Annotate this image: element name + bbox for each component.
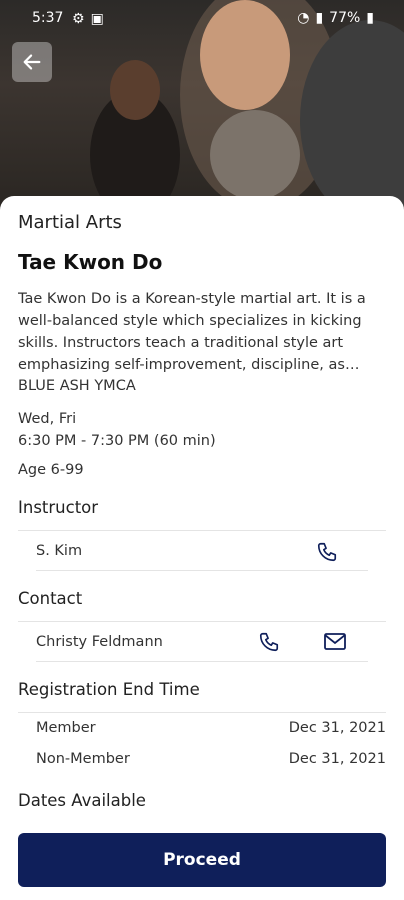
program-days: Wed, Fri: [18, 411, 77, 427]
back-button[interactable]: [12, 42, 52, 82]
registration-member-label: Member: [36, 720, 96, 736]
status-time: 5:37: [32, 10, 64, 26]
mail-icon[interactable]: [323, 631, 347, 653]
divider: [36, 570, 368, 571]
registration-nonmember-label: Non-Member: [36, 751, 130, 767]
wifi-icon: ◔: [297, 10, 310, 26]
program-age: Age 6-99: [18, 462, 84, 478]
notification-icon: ▣: [90, 11, 104, 27]
arrow-left-icon: [23, 54, 41, 70]
instructor-name: S. Kim: [36, 543, 83, 559]
status-bar: 5:37 ⚙ ▣ ◔ ▮ 77% ▮: [0, 0, 404, 36]
battery-icon: ▮: [366, 10, 374, 26]
divider: [36, 661, 368, 662]
divider: [18, 530, 386, 531]
proceed-button[interactable]: Proceed: [18, 833, 386, 887]
registration-nonmember-date: Dec 31, 2021: [288, 751, 386, 767]
contact-name: Christy Feldmann: [36, 634, 163, 650]
instructor-heading: Instructor: [18, 498, 99, 517]
program-location: BLUE ASH YMCA: [18, 378, 136, 394]
divider: [18, 712, 386, 713]
battery-text: 77%: [329, 10, 361, 26]
phone-icon[interactable]: [258, 631, 280, 653]
program-title: Tae Kwon Do: [18, 250, 163, 274]
program-description-text: Tae Kwon Do is a Korean-style martial ar…: [18, 291, 366, 373]
dates-heading: Dates Available: [18, 791, 146, 810]
phone-icon[interactable]: [316, 541, 338, 563]
program-description: Tae Kwon Do is a Korean-style martial ar…: [18, 288, 388, 376]
divider: [18, 621, 386, 622]
program-category: Martial Arts: [18, 212, 122, 233]
signal-icon: ▮: [315, 10, 324, 26]
program-schedule: Wed, Fri 6:30 PM - 7:30 PM (60 min): [18, 408, 216, 452]
registration-member-date: Dec 31, 2021: [288, 720, 386, 736]
program-time: 6:30 PM - 7:30 PM (60 min): [18, 433, 216, 449]
contact-heading: Contact: [18, 589, 83, 608]
settings-icon: ⚙: [72, 11, 85, 27]
registration-heading: Registration End Time: [18, 680, 200, 699]
